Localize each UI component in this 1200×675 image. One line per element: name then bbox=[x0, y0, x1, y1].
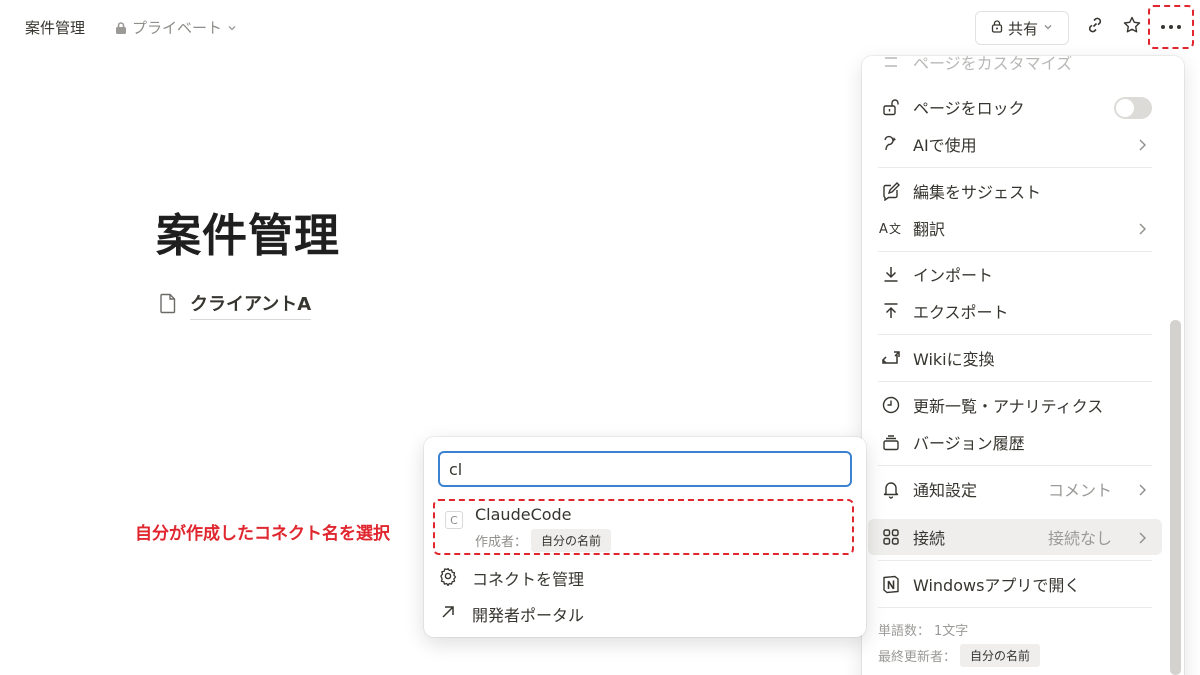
menu-item-version-history[interactable]: バージョン履歴 bbox=[868, 424, 1162, 460]
menu-item-customize[interactable]: ページをカスタマイズ bbox=[868, 56, 1162, 80]
menu-item-open-app[interactable]: Windowsアプリで開く bbox=[868, 566, 1162, 602]
menu-item-label: エクスポート bbox=[913, 303, 1009, 322]
privacy-label: プライベート bbox=[132, 19, 223, 37]
last-editor-label: 最終更新者： bbox=[878, 650, 957, 665]
bell-icon bbox=[878, 479, 904, 499]
translate-icon: A文 bbox=[878, 220, 904, 236]
connections-value: 接続なし bbox=[1047, 529, 1112, 548]
breadcrumb-title[interactable]: 案件管理 bbox=[25, 17, 85, 38]
lock-toggle[interactable] bbox=[1114, 97, 1152, 119]
unlock-icon bbox=[878, 97, 904, 117]
privacy-selector[interactable]: プライベート bbox=[114, 17, 238, 38]
menu-item-ai-use[interactable]: AIで使用 bbox=[868, 126, 1162, 162]
word-count-value: 1文字 bbox=[934, 624, 969, 639]
svg-text:文: 文 bbox=[889, 221, 901, 236]
connection-name: ClaudeCode bbox=[475, 505, 572, 524]
notifications-value: コメント bbox=[1047, 481, 1112, 500]
grid-icon bbox=[878, 527, 904, 547]
version-history-icon bbox=[878, 432, 904, 452]
import-icon bbox=[878, 264, 904, 284]
menu-item-label: 更新一覧・アナリティクス bbox=[913, 397, 1104, 416]
chevron-down-icon bbox=[226, 22, 238, 34]
gear-icon bbox=[438, 566, 458, 590]
page-options-menu: ページをカスタマイズ ページをロック AIで使用 編集をサジェスト A文 翻訳 bbox=[862, 56, 1184, 675]
last-editor: 最終更新者： 自分の名前 bbox=[878, 644, 1041, 667]
menu-item-label: バージョン履歴 bbox=[913, 434, 1025, 453]
menu-divider bbox=[878, 381, 1152, 382]
clock-icon bbox=[878, 395, 904, 415]
menu-divider bbox=[878, 607, 1152, 608]
notion-logo-icon bbox=[878, 574, 904, 594]
subpage-label: クライアントA bbox=[190, 290, 312, 320]
star-icon bbox=[1122, 15, 1142, 39]
menu-divider bbox=[878, 167, 1152, 168]
lock-icon bbox=[114, 21, 128, 35]
top-bar: 案件管理 プライベート 共有 bbox=[0, 0, 1200, 56]
author-name: 自分の名前 bbox=[531, 529, 612, 552]
menu-item-label: 通知設定 bbox=[913, 481, 978, 500]
manage-connections-item[interactable]: コネクトを管理 bbox=[438, 561, 852, 595]
copy-link-button[interactable] bbox=[1081, 13, 1109, 41]
last-editor-value: 自分の名前 bbox=[960, 644, 1041, 667]
share-button[interactable]: 共有 bbox=[975, 11, 1069, 45]
connection-search-input[interactable] bbox=[438, 451, 852, 487]
svg-text:A: A bbox=[879, 222, 888, 236]
favorite-button[interactable] bbox=[1118, 13, 1146, 41]
menu-item-connections[interactable]: 接続 接続なし bbox=[868, 519, 1162, 555]
more-horizontal-icon bbox=[1161, 25, 1181, 29]
chevron-down-icon bbox=[1042, 19, 1054, 37]
word-count: 単語数： 1文字 bbox=[878, 620, 968, 639]
convert-icon bbox=[878, 348, 904, 368]
menu-item-suggest-edits[interactable]: 編集をサジェスト bbox=[868, 173, 1162, 209]
page-title: 案件管理 bbox=[156, 209, 341, 262]
customize-icon bbox=[878, 56, 904, 71]
lock-icon bbox=[990, 19, 1004, 37]
menu-item-label: 翻訳 bbox=[913, 220, 946, 239]
menu-item-label: インポート bbox=[913, 266, 994, 285]
developer-portal-label: 開発者ポータル bbox=[472, 606, 585, 625]
chevron-right-icon bbox=[1136, 221, 1148, 240]
menu-divider bbox=[878, 334, 1152, 335]
chevron-right-icon bbox=[1136, 530, 1148, 549]
menu-item-import[interactable]: インポート bbox=[868, 256, 1162, 292]
menu-divider bbox=[878, 465, 1152, 466]
connections-popup: C ClaudeCode 作成者： 自分の名前 コネクトを管理 開発者ポータル bbox=[424, 437, 866, 637]
menu-item-label: Windowsアプリで開く bbox=[913, 576, 1081, 595]
developer-portal-item[interactable]: 開発者ポータル bbox=[438, 597, 852, 631]
menu-item-label: Wikiに変換 bbox=[913, 350, 995, 369]
arrow-up-right-icon bbox=[438, 602, 458, 626]
menu-divider bbox=[878, 560, 1152, 561]
link-icon bbox=[1085, 15, 1105, 39]
menu-item-label: AIで使用 bbox=[913, 136, 977, 155]
chevron-right-icon bbox=[1136, 137, 1148, 156]
menu-divider bbox=[878, 251, 1152, 252]
ai-icon bbox=[878, 134, 904, 154]
more-options-button[interactable] bbox=[1148, 5, 1194, 49]
author-label: 作成者： bbox=[475, 535, 528, 550]
manage-connections-label: コネクトを管理 bbox=[472, 570, 585, 589]
connection-letter-icon: C bbox=[445, 511, 463, 529]
suggest-edit-icon bbox=[878, 181, 904, 201]
menu-item-notifications[interactable]: 通知設定 コメント bbox=[868, 471, 1162, 507]
menu-item-translate[interactable]: A文 翻訳 bbox=[868, 210, 1162, 246]
share-label: 共有 bbox=[1007, 19, 1038, 38]
menu-item-label: 接続 bbox=[913, 529, 946, 548]
menu-item-label: ページをロック bbox=[913, 99, 1025, 118]
connection-result-claudecode[interactable]: C ClaudeCode 作成者： 自分の名前 bbox=[433, 499, 854, 555]
menu-item-label: 編集をサジェスト bbox=[913, 183, 1042, 202]
menu-scrollbar[interactable] bbox=[1170, 320, 1181, 675]
menu-item-lock[interactable]: ページをロック bbox=[868, 89, 1162, 125]
chevron-right-icon bbox=[1136, 482, 1148, 501]
page-icon bbox=[158, 292, 178, 318]
menu-item-export[interactable]: エクスポート bbox=[868, 293, 1162, 329]
menu-item-updates-analytics[interactable]: 更新一覧・アナリティクス bbox=[868, 387, 1162, 423]
subpage-link[interactable]: クライアントA bbox=[158, 290, 312, 320]
menu-item-label: ページをカスタマイズ bbox=[913, 56, 1073, 73]
word-count-label: 単語数： bbox=[878, 624, 931, 639]
connection-author: 作成者： 自分の名前 bbox=[475, 529, 612, 552]
menu-item-convert-wiki[interactable]: Wikiに変換 bbox=[868, 340, 1162, 376]
instruction-annotation: 自分が作成したコネクト名を選択 bbox=[135, 524, 390, 544]
export-icon bbox=[878, 301, 904, 321]
